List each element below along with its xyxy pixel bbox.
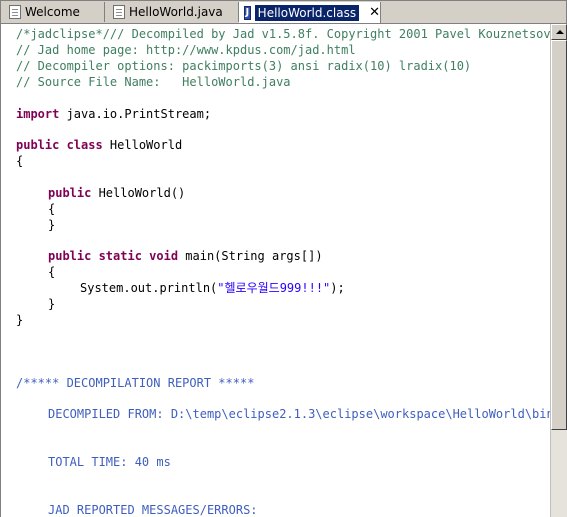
code-editor[interactable]: /*jadclipse*/// Decompiled by Jad v1.5.8… (1, 24, 550, 517)
code-line: } (48, 218, 56, 232)
report-jad-messages: JAD REPORTED MESSAGES/ERRORS: (48, 503, 258, 517)
code-line: System.out.println("헬로우월드999!!!"); (80, 280, 345, 296)
code-text: HelloWorld() (91, 186, 186, 200)
java-file-icon (113, 5, 125, 19)
code-text: main(String args[]) (178, 249, 323, 263)
keyword: public static void (48, 249, 179, 263)
code-text: java.io.PrintStream; (59, 107, 212, 121)
tab-helloworld-class[interactable]: J HelloWorld.class ✕ (239, 2, 381, 23)
code-text: HelloWorld (102, 138, 183, 152)
code-line: { (16, 154, 24, 168)
scroll-up-button[interactable] (551, 24, 567, 40)
code-line: // Jad home page: http://www.kpdus.com/j… (16, 43, 356, 57)
code-text: ); (330, 281, 345, 295)
tab-welcome[interactable]: Welcome (5, 2, 105, 22)
editor-tab-bar: Welcome HelloWorld.java J HelloWorld.cla… (1, 1, 566, 24)
document-icon (9, 5, 21, 19)
keyword: import (16, 107, 60, 121)
keyword: public (48, 186, 92, 200)
class-file-icon: J (244, 5, 251, 20)
code-line: { (48, 265, 56, 279)
arrow-up-icon (556, 30, 564, 34)
tab-label: HelloWorld.java (129, 5, 223, 19)
code-line: // Source File Name: HelloWorld.java (16, 75, 291, 89)
code-line: } (48, 297, 56, 311)
tab-helloworld-java[interactable]: HelloWorld.java (109, 2, 239, 22)
code-line: public static void main(String args[]) (48, 248, 323, 264)
report-decompiled-from: DECOMPILED FROM: D:\temp\eclipse2.1.3\ec… (48, 407, 550, 421)
report-title: /***** DECOMPILATION REPORT ***** (16, 376, 255, 390)
keyword: public class (16, 138, 103, 152)
report-total-time: TOTAL TIME: 40 ms (48, 455, 171, 469)
close-tab-icon[interactable]: ✕ (369, 5, 380, 20)
code-line: } (16, 313, 24, 327)
code-line: import java.io.PrintStream; (16, 106, 211, 122)
code-text: System.out.println( (80, 281, 218, 295)
scroll-thumb[interactable] (551, 40, 567, 430)
code-line: { (48, 202, 56, 216)
code-line: /*jadclipse*/// Decompiled by Jad v1.5.8… (16, 27, 550, 41)
editor-window: Welcome HelloWorld.java J HelloWorld.cla… (0, 0, 567, 517)
code-line: public class HelloWorld (16, 137, 182, 153)
tab-label: Welcome (25, 5, 80, 19)
code-line: public HelloWorld() (48, 185, 185, 201)
vertical-scrollbar[interactable] (550, 24, 567, 517)
string-literal: "헬로우월드999!!!" (217, 281, 331, 295)
code-line: // Decompiler options: packimports(3) an… (16, 59, 472, 73)
tab-label: HelloWorld.class (254, 4, 360, 21)
